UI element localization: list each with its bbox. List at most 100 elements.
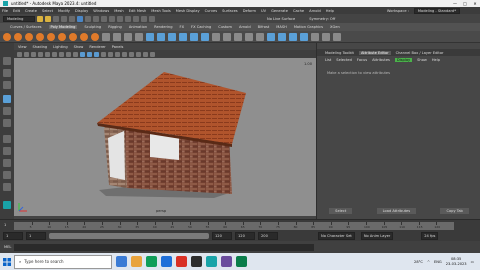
ipr-render-icon[interactable] — [141, 15, 147, 22]
taskbar-app-excel-icon[interactable] — [236, 256, 247, 267]
viewport-menu-panels[interactable]: Panels — [112, 45, 124, 49]
combine-icon[interactable] — [102, 32, 110, 41]
range-slider[interactable] — [49, 233, 209, 239]
taskbar-app-maya-icon[interactable] — [206, 256, 217, 267]
taskbar-app-edge-icon[interactable] — [116, 256, 127, 267]
shelf-tab-motion-graphics[interactable]: Motion Graphics — [294, 25, 323, 29]
select-tool-icon[interactable] — [3, 57, 11, 65]
poly-disc-icon[interactable] — [69, 32, 77, 41]
isolate-select-icon[interactable] — [129, 51, 134, 57]
menu-help[interactable]: Help — [326, 9, 334, 13]
camera-attributes-icon[interactable] — [24, 51, 29, 57]
fps-select[interactable]: 24 fps — [421, 232, 439, 240]
bookmarks-icon[interactable] — [31, 51, 36, 57]
shelf-tab-rendering[interactable]: Rendering — [154, 25, 172, 29]
shelf-tab-mash[interactable]: MASH — [276, 25, 287, 29]
viewport-persp[interactable]: persp 1.00 — [14, 58, 316, 216]
viewport-menu-lighting[interactable]: Lighting — [53, 45, 68, 49]
poly-plane-icon[interactable] — [58, 32, 66, 41]
planar-mapping-icon[interactable] — [289, 32, 297, 41]
snap-curve-icon[interactable] — [109, 15, 115, 22]
menu-mesh-display[interactable]: Mesh Display — [176, 9, 200, 13]
menu-cache[interactable]: Cache — [293, 9, 304, 13]
textured-icon[interactable] — [94, 51, 99, 57]
mirror-icon[interactable] — [267, 32, 275, 41]
smooth-shade-icon[interactable] — [87, 51, 92, 57]
paint-select-tool-icon[interactable] — [3, 81, 11, 89]
extrude-icon[interactable] — [146, 32, 154, 41]
menu-display[interactable]: Display — [75, 9, 88, 13]
close-button[interactable]: ✕ — [470, 1, 480, 6]
chevron-up-icon[interactable]: ^ — [427, 260, 430, 264]
attr-menu-display[interactable]: Display — [394, 57, 413, 62]
shelf-tab-arnold[interactable]: Arnold — [239, 25, 251, 29]
super-shape-icon[interactable] — [91, 32, 99, 41]
menu-uv[interactable]: UV — [261, 9, 266, 13]
viewport-menu-renderer[interactable]: Renderer — [89, 45, 105, 49]
uv-editor-icon[interactable] — [278, 32, 286, 41]
shelf-tab-fx-caching[interactable]: FX Caching — [191, 25, 211, 29]
delete-history-icon[interactable] — [333, 32, 341, 41]
lasso-tool-icon[interactable] — [3, 69, 11, 77]
workspace-select[interactable]: Modeling - Standard* — [413, 7, 460, 14]
load-attributes-button[interactable]: Load Attributes — [376, 208, 417, 214]
poly-torus-icon[interactable] — [47, 32, 55, 41]
menu-edit[interactable]: Edit — [13, 9, 20, 13]
weather-label[interactable]: 28°C — [414, 260, 423, 264]
anim-end-field[interactable]: 200 — [258, 232, 278, 240]
poly-sphere-icon[interactable] — [3, 32, 11, 41]
menu-modify[interactable]: Modify — [58, 9, 70, 13]
snap-grid-icon[interactable] — [101, 15, 107, 22]
shelf-tab-curves-surfaces[interactable]: Curves / Surfaces — [10, 25, 42, 29]
shelf-tab-bifrost[interactable]: Bifrost — [258, 25, 270, 29]
persp-graph-layout-icon[interactable] — [3, 171, 11, 179]
time-slider[interactable]: 5 10 15 20 25 30 35 40 45 50 55 60 65 70 75 80 85 90 95 100… — [0, 219, 480, 231]
attr-menu-help[interactable]: Help — [432, 58, 440, 62]
taskbar-app-terminal-icon[interactable] — [191, 256, 202, 267]
attr-menu-list[interactable]: List — [325, 58, 331, 62]
poly-cube-icon[interactable] — [14, 32, 22, 41]
poly-cylinder-icon[interactable] — [25, 32, 33, 41]
film-gate-icon[interactable] — [66, 51, 71, 57]
insert-edge-loop-icon[interactable] — [234, 32, 242, 41]
target-weld-icon[interactable] — [223, 32, 231, 41]
menu-edit-mesh[interactable]: Edit Mesh — [129, 9, 147, 13]
select-component-icon[interactable] — [93, 15, 99, 22]
shelf-tab-animation[interactable]: Animation — [129, 25, 147, 29]
select-object-icon[interactable] — [85, 15, 91, 22]
select-hierarchy-icon[interactable] — [77, 15, 83, 22]
center-pivot-icon[interactable] — [311, 32, 319, 41]
smooth-icon[interactable] — [124, 32, 132, 41]
tab-modeling-toolkit[interactable]: Modeling Toolkit — [325, 51, 354, 55]
anim-layer-select[interactable]: No Anim Layer — [360, 232, 394, 240]
platonic-solid-icon[interactable] — [80, 32, 88, 41]
gamma-icon[interactable] — [150, 51, 155, 57]
persp-outliner-layout-icon[interactable] — [3, 159, 11, 167]
time-ruler[interactable]: 5 10 15 20 25 30 35 40 45 50 55 60 65 70 75 80 85 90 95 100… — [14, 222, 454, 230]
xray-icon[interactable] — [136, 51, 141, 57]
mel-label[interactable]: MEL — [4, 245, 11, 249]
single-layout-icon[interactable] — [3, 135, 11, 143]
automatic-mapping-icon[interactable] — [300, 32, 308, 41]
outliner-layout-icon[interactable] — [3, 183, 11, 191]
start-time-field[interactable]: 1 — [3, 232, 23, 240]
mel-input[interactable] — [14, 243, 315, 251]
boolean-icon[interactable] — [135, 32, 143, 41]
grid-icon[interactable] — [59, 51, 64, 57]
symmetry-field[interactable]: Symmetry: Off — [309, 17, 335, 21]
move-tool-icon[interactable] — [3, 95, 11, 103]
viewport-menu-view[interactable]: View — [18, 45, 27, 49]
shelf-tab-rigging[interactable]: Rigging — [108, 25, 122, 29]
menu-generate[interactable]: Generate — [271, 9, 288, 13]
menu-mesh-tools[interactable]: Mesh Tools — [151, 9, 170, 13]
scale-tool-icon[interactable] — [3, 119, 11, 127]
tab-channel-box[interactable]: Channel Box / Layer Editor — [396, 51, 444, 55]
viewport-menu-shading[interactable]: Shading — [33, 45, 48, 49]
new-scene-icon[interactable] — [37, 15, 43, 22]
tab-attribute-editor[interactable]: Attribute Editor — [358, 50, 391, 55]
shelf-tab-fx[interactable]: FX — [180, 25, 185, 29]
menu-curves[interactable]: Curves — [205, 9, 217, 13]
taskbar-app-files-icon[interactable] — [131, 256, 142, 267]
attr-menu-focus[interactable]: Focus — [357, 58, 367, 62]
append-polygon-icon[interactable] — [179, 32, 187, 41]
